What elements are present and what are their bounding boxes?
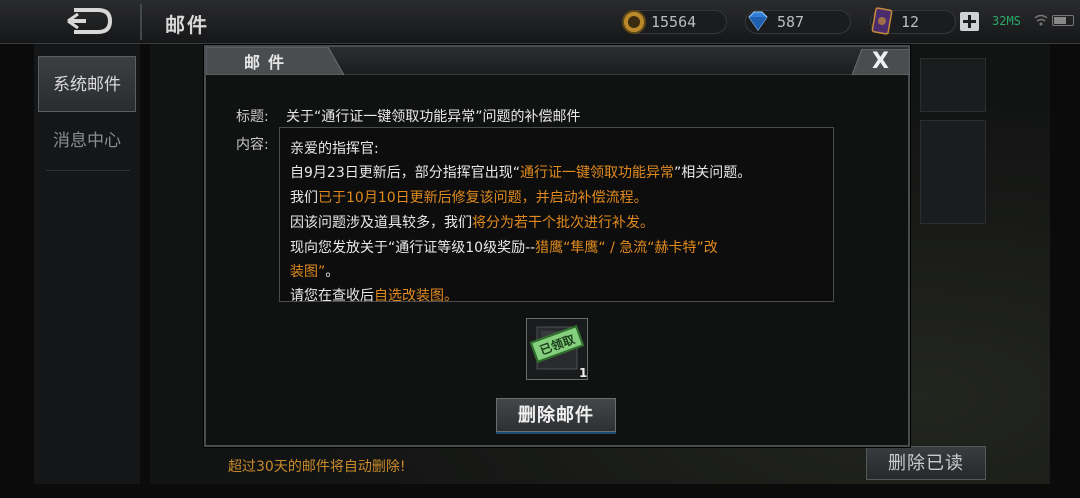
back-button[interactable]: [62, 6, 116, 36]
page-title: 邮件: [165, 13, 209, 37]
card-value: 12: [901, 13, 920, 31]
content-line: 自9月23日更新后，部分指挥官出现“通行证一键领取功能异常”相关问题。: [290, 165, 752, 181]
close-icon[interactable]: X: [872, 49, 889, 74]
diamond-value: 587: [777, 13, 805, 31]
content-line: 请您在查收后自选改装图。: [290, 288, 458, 304]
subject-label: 标题:: [236, 109, 269, 125]
back-arrow-icon: [67, 8, 113, 34]
battery-icon: [1052, 15, 1074, 26]
dialog-title: 邮件: [244, 53, 293, 72]
card-icon: [871, 7, 893, 35]
content-line: 因该问题涉及道具较多，我们将分为若干个批次进行补发。: [290, 215, 654, 231]
divider: [140, 4, 142, 40]
divider: [46, 170, 130, 171]
delete-mail-button[interactable]: 删除邮件: [496, 398, 616, 432]
coin-value: 15564: [651, 13, 697, 31]
add-button[interactable]: [960, 12, 979, 31]
mail-item[interactable]: [920, 58, 986, 112]
content-line: 我们已于10月10日更新后修复该问题，并启动补偿流程。: [290, 190, 648, 206]
auto-delete-notice: 超过30天的邮件将自动删除!: [228, 459, 406, 475]
mail-item[interactable]: [920, 120, 986, 224]
sidebar-item-message-center[interactable]: 消息中心: [38, 113, 136, 169]
content-line: 亲爱的指挥官:: [290, 141, 379, 157]
coin-icon: [622, 10, 646, 34]
content-label: 内容:: [236, 137, 269, 153]
content-line: 现向您发放关于“通行证等级10级奖励--猎鹰“隼鹰“ / 急流“赫卡特”改: [290, 240, 718, 256]
delete-read-button[interactable]: 删除已读: [866, 446, 986, 480]
sidebar-item-system-mail[interactable]: 系统邮件: [38, 56, 136, 112]
content-line: 装图”。: [290, 264, 340, 280]
attachment-count: 1: [579, 366, 588, 380]
diamond-icon: [748, 11, 768, 31]
mail-subject: 关于“通行证一键领取功能异常”问题的补偿邮件: [286, 109, 581, 125]
wifi-icon: [1034, 14, 1048, 26]
ping-indicator: 32MS: [992, 14, 1021, 28]
